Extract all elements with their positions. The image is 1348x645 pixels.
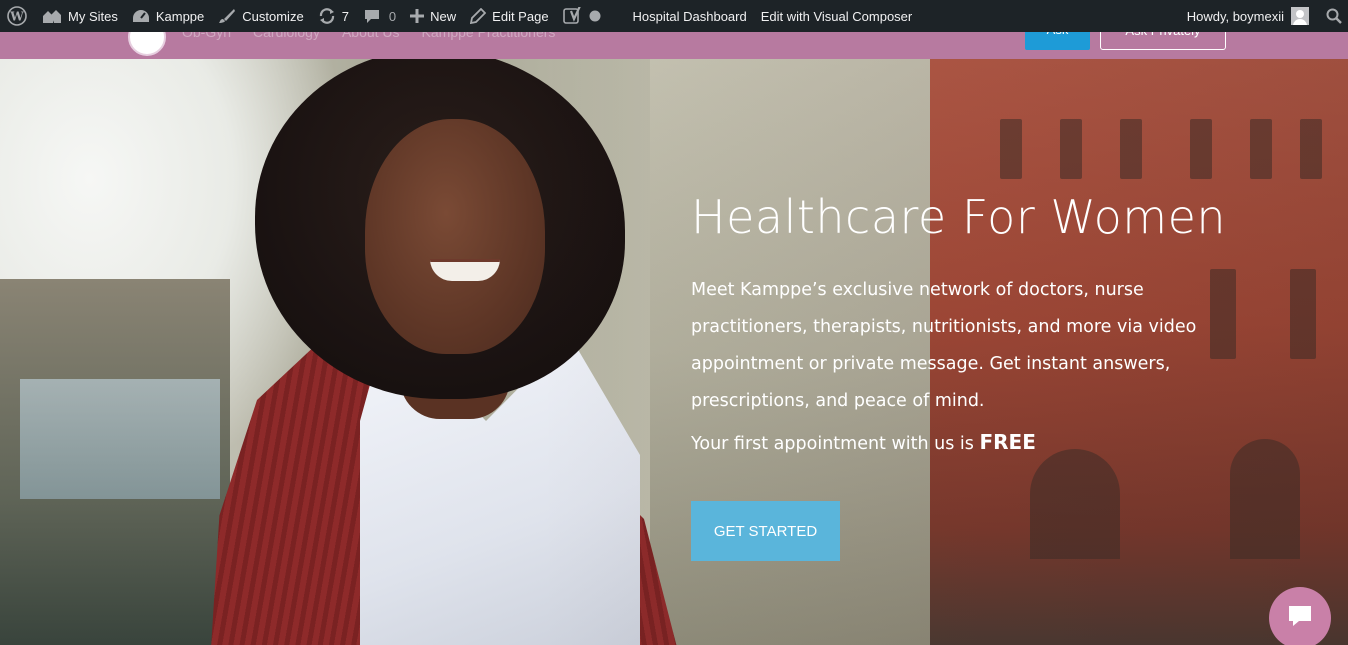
site-header: Ob-Gyn Cardiology About Us Kamppe Practi…: [0, 32, 1348, 59]
adminbar-right: Howdy, boymexii: [1180, 0, 1348, 32]
nav-item-cardiology[interactable]: Cardiology: [253, 32, 320, 40]
new-label: New: [430, 8, 457, 24]
my-account-menu[interactable]: Howdy, boymexii: [1180, 0, 1316, 32]
site-logo[interactable]: [128, 32, 166, 56]
ask-privately-button[interactable]: Ask Privately: [1100, 32, 1226, 50]
edit-page-label: Edit Page: [492, 8, 549, 24]
pencil-icon: [470, 8, 487, 24]
site-name-label: Kamppe: [155, 8, 205, 24]
comments-count: 0: [388, 8, 397, 24]
chat-launcher-button[interactable]: [1269, 587, 1331, 645]
hero-title: Healthcare For Women: [691, 190, 1227, 244]
ask-button[interactable]: Ask: [1025, 32, 1090, 50]
updates-refresh-icon: [318, 8, 336, 24]
wp-admin-bar: W My Sites Kamppe Customize 7 0 New Edit…: [0, 0, 1348, 32]
site-name-menu[interactable]: Kamppe: [125, 0, 211, 32]
search-icon: [1326, 8, 1342, 24]
edit-visual-composer-link[interactable]: Edit with Visual Composer: [754, 0, 920, 32]
free-word: FREE: [979, 430, 1036, 454]
nav-item-practitioners[interactable]: Kamppe Practitioners: [422, 32, 556, 40]
howdy-label: Howdy, boymexii: [1186, 8, 1284, 24]
yoast-seo-menu[interactable]: [556, 0, 614, 32]
paintbrush-icon: [218, 8, 236, 24]
wordpress-logo-button[interactable]: W: [0, 0, 35, 32]
seo-status-dot-icon: [589, 10, 601, 22]
get-started-button[interactable]: GET STARTED: [691, 501, 840, 561]
customize-link[interactable]: Customize: [211, 0, 310, 32]
comment-bubble-icon: [363, 8, 381, 24]
plus-icon: [410, 9, 425, 23]
hospital-dashboard-link[interactable]: Hospital Dashboard: [626, 0, 754, 32]
updates-link[interactable]: 7: [311, 0, 356, 32]
chat-bubble-icon: [1287, 604, 1313, 632]
my-sites-menu[interactable]: My Sites: [35, 0, 125, 32]
avatar: [1291, 7, 1309, 25]
wordpress-icon: W: [7, 6, 27, 26]
dashboard-gauge-icon: [132, 8, 150, 24]
yoast-icon: [562, 7, 583, 25]
adminbar-search[interactable]: [1316, 0, 1348, 32]
free-appointment-text: Your first appointment with us is FREE: [691, 430, 1036, 454]
svg-text:W: W: [9, 10, 24, 24]
my-sites-label: My Sites: [68, 8, 118, 24]
edit-visual-composer-label: Edit with Visual Composer: [760, 8, 913, 24]
hero-description: Meet Kamppe’s exclusive network of docto…: [691, 280, 1197, 411]
main-nav: Ob-Gyn Cardiology About Us Kamppe Practi…: [182, 32, 555, 40]
edit-page-link[interactable]: Edit Page: [463, 0, 555, 32]
comments-link[interactable]: 0: [356, 0, 403, 32]
nav-item-ob-gyn[interactable]: Ob-Gyn: [182, 32, 231, 40]
hero-section: Healthcare For Women Meet Kamppe’s exclu…: [0, 59, 1348, 645]
hospital-dashboard-label: Hospital Dashboard: [632, 8, 747, 24]
customize-label: Customize: [242, 8, 304, 24]
new-content-menu[interactable]: New: [403, 0, 463, 32]
free-appointment-prefix: Your first appointment with us is: [691, 434, 980, 454]
updates-count: 7: [341, 8, 349, 24]
nav-item-about-us[interactable]: About Us: [342, 32, 400, 40]
my-sites-icon: [42, 8, 62, 24]
